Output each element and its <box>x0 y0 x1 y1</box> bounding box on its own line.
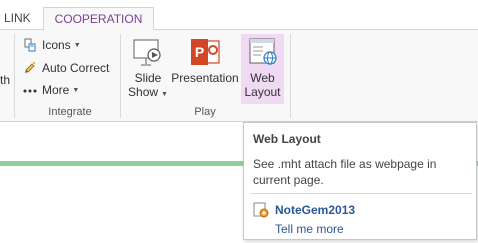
group-separator <box>14 34 15 118</box>
web-layout-label-2: Layout <box>244 85 281 99</box>
presentation-label: Presentation <box>171 71 239 85</box>
page-divider-line <box>0 161 250 166</box>
addin-gear-icon <box>253 202 269 218</box>
chevron-down-icon: ▼ <box>72 86 80 94</box>
icons-label: Icons <box>42 38 71 52</box>
slide-show-label-2-text: Show <box>128 85 159 99</box>
web-layout-tooltip: Web Layout See .mht attach file as webpa… <box>243 122 477 240</box>
tooltip-divider <box>250 193 472 194</box>
ribbon-tab-strip: LINK COOPERATION <box>0 0 478 31</box>
icons-button[interactable]: Icons ▼ <box>22 35 81 55</box>
tell-me-more-link[interactable]: Tell me more <box>275 222 344 236</box>
ribbon: th Icons ▼ Auto Correct More ▼ Integrate… <box>0 30 478 122</box>
group-label-play: Play <box>194 106 216 118</box>
auto-correct-icon <box>22 60 38 76</box>
group-label-integrate: Integrate <box>48 106 92 118</box>
more-button[interactable]: More ▼ <box>22 80 79 100</box>
slide-show-icon <box>132 36 164 68</box>
icons-icon <box>22 37 38 53</box>
addin-name-text: NoteGem2013 <box>275 203 356 217</box>
tooltip-addin-name: NoteGem2013 <box>253 201 355 219</box>
chevron-down-icon: ▼ <box>73 41 81 49</box>
web-layout-icon <box>247 36 279 68</box>
tooltip-description: See .mht attach file as webpage in curre… <box>253 157 437 187</box>
web-layout-button[interactable]: Web Layout <box>241 34 284 104</box>
tab-cooperation[interactable]: COOPERATION <box>43 7 154 31</box>
truncated-label: th <box>0 73 11 87</box>
slide-show-button[interactable]: Slide Show ▼ <box>125 34 171 104</box>
presentation-button[interactable]: P Presentation <box>171 34 239 104</box>
tooltip-title: Web Layout <box>253 132 321 146</box>
group-separator <box>290 34 291 118</box>
group-separator <box>120 34 121 118</box>
auto-correct-button[interactable]: Auto Correct <box>22 58 109 78</box>
svg-text:P: P <box>195 44 204 60</box>
tab-link[interactable]: LINK <box>0 7 37 31</box>
more-label: More <box>42 83 70 97</box>
slide-show-label-1: Slide <box>134 71 162 85</box>
chevron-down-icon: ▼ <box>161 91 168 98</box>
slide-show-label-2: Show ▼ <box>125 85 171 102</box>
web-layout-label-1: Web <box>250 71 275 85</box>
powerpoint-icon: P <box>189 36 221 68</box>
auto-correct-label: Auto Correct <box>42 61 110 75</box>
more-dots-icon <box>22 82 38 98</box>
